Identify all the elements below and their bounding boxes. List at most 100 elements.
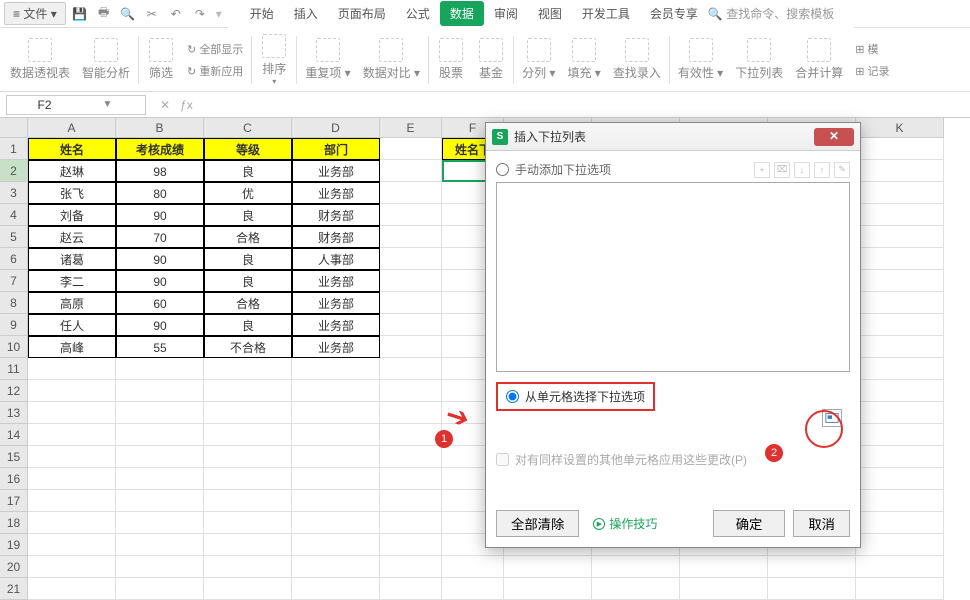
cell[interactable]: 90 — [116, 270, 204, 292]
tab-dev[interactable]: 开发工具 — [572, 1, 640, 26]
cell[interactable]: 业务部 — [292, 160, 380, 182]
cell[interactable] — [380, 402, 442, 424]
row-header[interactable]: 7 — [0, 270, 28, 292]
cancel-button[interactable]: 取消 — [793, 510, 850, 537]
cell[interactable] — [856, 292, 944, 314]
cell[interactable]: 业务部 — [292, 314, 380, 336]
cell[interactable]: 业务部 — [292, 336, 380, 358]
cell[interactable]: 刘备 — [28, 204, 116, 226]
tab-data[interactable]: 数据 — [440, 1, 484, 26]
col-header[interactable]: E — [380, 118, 442, 138]
row-header[interactable]: 10 — [0, 336, 28, 358]
cell[interactable] — [592, 556, 680, 578]
cell[interactable] — [380, 182, 442, 204]
row-header[interactable]: 20 — [0, 556, 28, 578]
ribbon-stock[interactable]: 股票 — [431, 30, 471, 90]
move-down-icon[interactable]: ↓ — [794, 162, 810, 178]
cell[interactable] — [856, 138, 944, 160]
option-from-cells[interactable]: 从单元格选择下拉选项 — [496, 382, 655, 411]
cell[interactable] — [380, 446, 442, 468]
search-commands[interactable]: 🔍 查找命令、搜索模板 — [708, 5, 834, 22]
cell[interactable]: 良 — [204, 160, 292, 182]
cell[interactable]: 财务部 — [292, 204, 380, 226]
tab-vip[interactable]: 会员专享 — [640, 1, 708, 26]
cell[interactable] — [380, 534, 442, 556]
cell[interactable]: 合格 — [204, 226, 292, 248]
cell[interactable]: 业务部 — [292, 182, 380, 204]
cell[interactable] — [380, 336, 442, 358]
ribbon-compare[interactable]: 数据对比 ▾ — [357, 30, 426, 90]
ribbon-filter-extra[interactable]: ↻ 全部显示 ↻ 重新应用 — [181, 41, 249, 79]
cell[interactable]: 业务部 — [292, 292, 380, 314]
cell[interactable] — [204, 534, 292, 556]
cell[interactable]: 高峰 — [28, 336, 116, 358]
ribbon-split[interactable]: 分列 ▾ — [516, 30, 561, 90]
ribbon-filter[interactable]: 筛选 — [141, 30, 181, 90]
cell[interactable] — [292, 578, 380, 600]
cell[interactable] — [292, 490, 380, 512]
ribbon-dup[interactable]: 重复项 ▾ — [299, 30, 356, 90]
cell[interactable] — [116, 402, 204, 424]
cell[interactable] — [768, 556, 856, 578]
cell[interactable] — [28, 380, 116, 402]
fx-icon[interactable]: ƒx — [180, 98, 193, 112]
cell[interactable] — [292, 424, 380, 446]
cut-icon[interactable]: ✂ — [143, 5, 161, 23]
tips-link[interactable]: ▶ 操作技巧 — [593, 515, 657, 532]
cell[interactable] — [504, 556, 592, 578]
tab-insert[interactable]: 插入 — [284, 1, 328, 26]
cell[interactable] — [204, 578, 292, 600]
cell[interactable] — [28, 424, 116, 446]
cell[interactable] — [116, 534, 204, 556]
cell[interactable] — [204, 512, 292, 534]
cell[interactable] — [856, 248, 944, 270]
cell[interactable] — [768, 578, 856, 600]
cancel-fx-icon[interactable]: ✕ — [160, 98, 170, 112]
cell[interactable] — [380, 556, 442, 578]
row-header[interactable]: 1 — [0, 138, 28, 160]
cell[interactable]: 良 — [204, 204, 292, 226]
cell[interactable]: 张飞 — [28, 182, 116, 204]
cell[interactable] — [116, 358, 204, 380]
cell[interactable]: 部门 — [292, 138, 380, 160]
cell[interactable] — [380, 226, 442, 248]
save-icon[interactable]: 💾 — [71, 5, 89, 23]
cell[interactable] — [680, 578, 768, 600]
clear-all-button[interactable]: 全部清除 — [496, 510, 579, 537]
row-header[interactable]: 8 — [0, 292, 28, 314]
cell[interactable]: 55 — [116, 336, 204, 358]
cell[interactable]: 等级 — [204, 138, 292, 160]
row-header[interactable]: 5 — [0, 226, 28, 248]
cell[interactable] — [856, 270, 944, 292]
redo-icon[interactable]: ↷ — [191, 5, 209, 23]
cell[interactable] — [380, 578, 442, 600]
tab-layout[interactable]: 页面布局 — [328, 1, 396, 26]
col-header[interactable]: A — [28, 118, 116, 138]
tab-home[interactable]: 开始 — [240, 1, 284, 26]
cell[interactable]: 良 — [204, 248, 292, 270]
cell[interactable] — [292, 534, 380, 556]
row-header[interactable]: 16 — [0, 468, 28, 490]
cell[interactable] — [504, 578, 592, 600]
tab-review[interactable]: 审阅 — [484, 1, 528, 26]
cell[interactable] — [856, 380, 944, 402]
cell[interactable]: 90 — [116, 314, 204, 336]
remove-item-icon[interactable]: ⌧ — [774, 162, 790, 178]
cell[interactable] — [380, 424, 442, 446]
ribbon-dropdown-list[interactable]: 下拉列表 — [729, 30, 789, 90]
radio-from-cells[interactable] — [506, 390, 519, 403]
cell[interactable]: 90 — [116, 204, 204, 226]
cell[interactable] — [856, 578, 944, 600]
cell[interactable] — [856, 402, 944, 424]
cell[interactable]: 合格 — [204, 292, 292, 314]
ribbon-pivot[interactable]: 数据透视表 — [4, 30, 76, 90]
row-header[interactable]: 3 — [0, 182, 28, 204]
option-manual[interactable]: 手动添加下拉选项 + ⌧ ↓ ↑ ✎ — [496, 161, 850, 178]
cell[interactable] — [204, 490, 292, 512]
cell[interactable] — [292, 358, 380, 380]
cell[interactable] — [380, 314, 442, 336]
cell[interactable] — [292, 446, 380, 468]
cell[interactable] — [204, 380, 292, 402]
cell[interactable] — [28, 490, 116, 512]
cell[interactable] — [380, 358, 442, 380]
